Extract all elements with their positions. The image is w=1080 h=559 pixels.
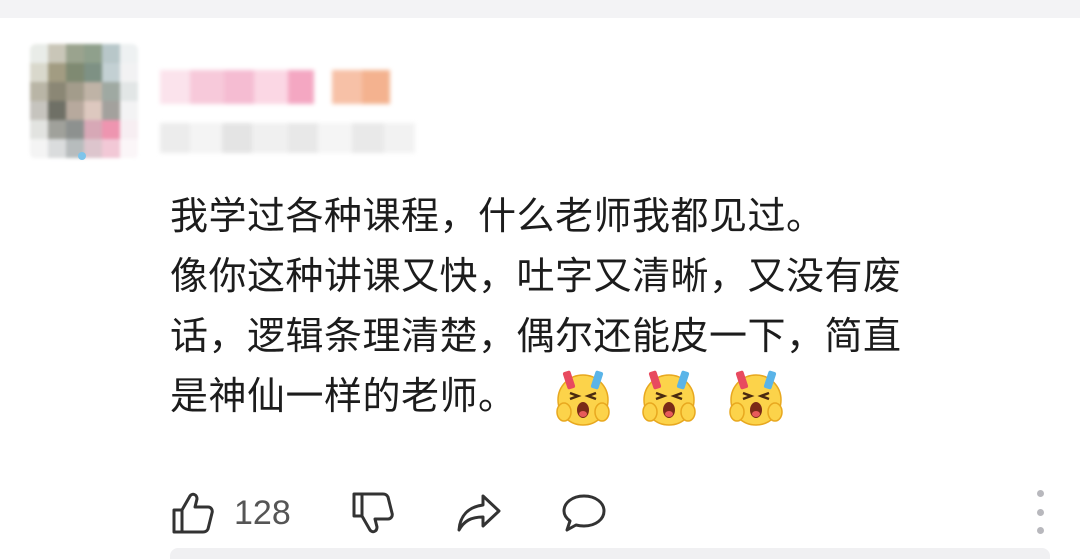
reply-button[interactable] xyxy=(560,488,608,538)
comment-line: 话，逻辑条理清楚，偶尔还能皮一下，简直 xyxy=(170,314,902,358)
emoji-group xyxy=(541,369,788,429)
comment-line: 是神仙一样的老师。 xyxy=(170,374,517,418)
comment-line: 像你这种讲课又快，吐字又清晰，又没有废 xyxy=(170,254,902,298)
like-button[interactable]: 128 xyxy=(170,488,291,538)
thumbs-up-icon xyxy=(172,492,214,534)
excited-emoji-icon xyxy=(728,370,783,426)
meta-info-blurred xyxy=(160,123,415,153)
avatar[interactable] xyxy=(30,44,138,159)
thumbs-down-icon xyxy=(352,492,394,534)
excited-emoji-icon xyxy=(555,370,610,426)
like-count: 128 xyxy=(234,493,291,532)
comment-bubble-icon xyxy=(562,494,606,532)
comment-card: 我学过各种课程，什么老师我都见过。 像你这种讲课又快，吐字又清晰，又没有废 话，… xyxy=(0,18,1080,548)
comment-text: 我学过各种课程，什么老师我都见过。 像你这种讲课又快，吐字又清晰，又没有废 话，… xyxy=(170,186,1020,429)
top-divider xyxy=(0,0,1080,18)
username-blurred[interactable] xyxy=(160,70,390,104)
more-vertical-icon[interactable] xyxy=(1030,490,1050,534)
excited-emoji-icon xyxy=(642,370,696,426)
comment-actions: 128 xyxy=(170,488,1050,538)
share-button[interactable] xyxy=(455,488,503,538)
share-icon xyxy=(457,494,501,532)
status-dot xyxy=(78,152,86,160)
dislike-button[interactable] xyxy=(350,488,396,538)
next-item-edge xyxy=(170,548,1050,559)
comment-line: 我学过各种课程，什么老师我都见过。 xyxy=(170,194,825,238)
